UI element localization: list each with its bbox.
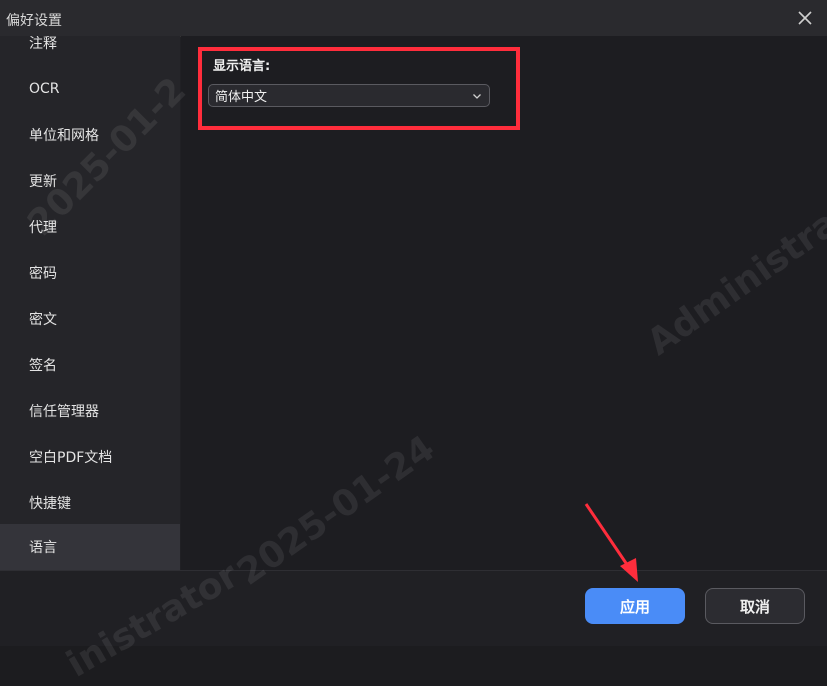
sidebar-item-ocr[interactable]: OCR: [0, 66, 180, 112]
language-select-value: 简体中文: [215, 90, 268, 105]
sidebar-item-label: 密文: [29, 312, 57, 328]
sidebar-item-label: 快捷键: [29, 496, 71, 512]
chevron-down-icon: [473, 94, 481, 99]
title-bar: 偏好设置: [0, 0, 827, 37]
sidebar-item-shortcuts[interactable]: 快捷键: [0, 480, 180, 526]
sidebar-item-update[interactable]: 更新: [0, 158, 180, 204]
content-panel: [181, 36, 827, 570]
sidebar-item-label: 代理: [29, 220, 57, 236]
footer: [0, 570, 827, 646]
window-title: 偏好设置: [6, 13, 62, 29]
sidebar-item-label: 信任管理器: [29, 404, 99, 420]
sidebar-item-redaction[interactable]: 密文: [0, 296, 180, 342]
sidebar-item-label: 密码: [29, 266, 57, 282]
display-language-label: 显示语言:: [213, 59, 271, 74]
sidebar-item-label: OCR: [29, 81, 60, 97]
sidebar-item-annotation[interactable]: 注释: [0, 36, 180, 66]
cancel-button[interactable]: 取消: [705, 588, 805, 624]
sidebar-item-blank-pdf[interactable]: 空白PDF文档: [0, 434, 180, 480]
sidebar-item-label: 更新: [29, 174, 57, 190]
sidebar-item-label: 签名: [29, 358, 57, 374]
sidebar-item-label: 注释: [29, 36, 57, 52]
sidebar-item-password[interactable]: 密码: [0, 250, 180, 296]
sidebar-item-signature[interactable]: 签名: [0, 342, 180, 388]
preferences-dialog: 偏好设置 注释 OCR 单位和网格 更新 代理 密码 密文 签名 信任管理器 空…: [0, 0, 827, 686]
sidebar-item-language[interactable]: 语言: [0, 524, 180, 570]
apply-button[interactable]: 应用: [585, 588, 685, 624]
sidebar-item-label: 语言: [29, 540, 57, 556]
sidebar: 注释 OCR 单位和网格 更新 代理 密码 密文 签名 信任管理器 空白PDF文…: [0, 36, 180, 570]
sidebar-item-label: 空白PDF文档: [29, 450, 113, 466]
close-icon: [798, 11, 812, 25]
sidebar-item-trust-manager[interactable]: 信任管理器: [0, 388, 180, 434]
language-select[interactable]: 简体中文: [208, 84, 490, 107]
sidebar-item-proxy[interactable]: 代理: [0, 204, 180, 250]
sidebar-item-units-grid[interactable]: 单位和网格: [0, 112, 180, 158]
close-button[interactable]: [793, 6, 817, 30]
sidebar-item-label: 单位和网格: [29, 128, 99, 144]
